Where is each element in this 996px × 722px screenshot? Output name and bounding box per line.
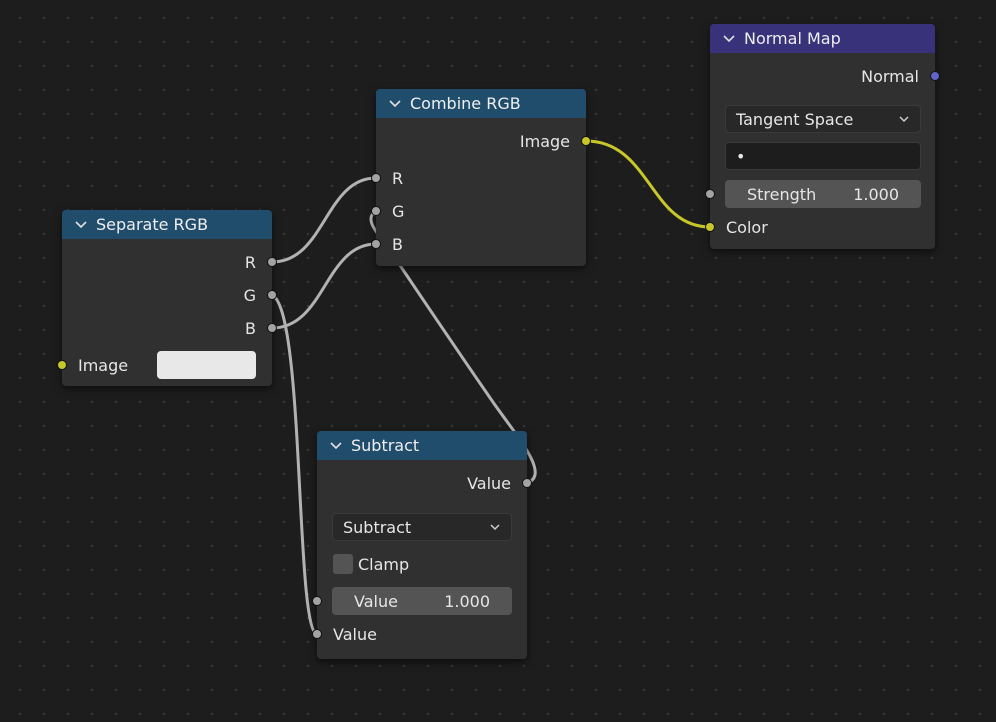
link-g-to-subtract-value[interactable] (271, 293, 318, 636)
node-title: Subtract (351, 436, 420, 455)
chevron-down-icon[interactable] (722, 32, 736, 46)
chevron-down-icon[interactable] (388, 97, 402, 111)
output-g-row: G (62, 283, 272, 307)
image-color-swatch[interactable] (157, 351, 256, 379)
value-field-value: 1.000 (444, 591, 490, 611)
input-label: B (392, 234, 403, 254)
normal-map-node[interactable]: Normal Map Normal Tangent Space • Streng… (705, 24, 940, 249)
input-b-row: B (376, 232, 586, 256)
output-label: G (243, 285, 256, 305)
separate-rgb-header[interactable]: Separate RGB (62, 210, 272, 239)
input-g-row: G (376, 199, 586, 223)
chevron-down-icon[interactable] (329, 439, 343, 453)
socket-output-image[interactable] (581, 136, 591, 146)
value-field[interactable]: Value 1.000 (332, 587, 512, 615)
input-label: Color (726, 217, 768, 237)
output-label: Value (467, 473, 511, 493)
input-label: G (392, 201, 405, 221)
node-title: Combine RGB (410, 94, 521, 113)
socket-input-r[interactable] (371, 173, 381, 183)
socket-output-g[interactable] (267, 290, 277, 300)
socket-input-image[interactable] (57, 360, 67, 370)
input-value-row: Value (317, 622, 527, 646)
socket-input-value-2[interactable] (312, 629, 322, 639)
strength-value: 1.000 (853, 184, 899, 204)
value-field-label: Value (354, 591, 398, 611)
link-b-to-b[interactable] (271, 242, 377, 330)
socket-input-strength[interactable] (705, 189, 715, 199)
socket-input-color[interactable] (705, 222, 715, 232)
socket-output-b[interactable] (267, 323, 277, 333)
normal-map-header[interactable]: Normal Map (710, 24, 935, 53)
socket-output-r[interactable] (267, 257, 277, 267)
socket-output-normal[interactable] (930, 71, 940, 81)
combine-rgb-header[interactable]: Combine RGB (376, 89, 586, 118)
clamp-checkbox[interactable] (333, 554, 353, 574)
combine-rgb-node[interactable]: Combine RGB Image R G B (371, 89, 591, 266)
input-label: Image (78, 355, 129, 375)
node-title: Separate RGB (96, 215, 209, 234)
clamp-label: Clamp (358, 554, 410, 574)
output-r-row: R (62, 250, 272, 274)
output-value-row: Value (317, 471, 527, 495)
link-image-to-color[interactable] (585, 139, 711, 229)
chevron-down-icon (490, 524, 500, 531)
clamp-row[interactable]: Clamp (333, 552, 527, 576)
space-dropdown-value: Tangent Space (736, 109, 854, 129)
link-r-to-r[interactable] (271, 176, 377, 264)
output-normal-row: Normal (710, 64, 935, 88)
output-label: Normal (861, 66, 919, 86)
output-label: R (244, 252, 256, 272)
socket-input-value-1[interactable] (312, 596, 322, 606)
operation-dropdown-value: Subtract (343, 517, 412, 537)
strength-label: Strength (747, 184, 817, 204)
input-label: Value (333, 624, 377, 644)
input-color-row: Color (710, 215, 935, 239)
chevron-down-icon (899, 116, 909, 123)
input-label: R (392, 168, 404, 188)
subtract-header[interactable]: Subtract (317, 431, 527, 460)
chevron-down-icon[interactable] (74, 218, 88, 232)
space-dropdown[interactable]: Tangent Space (725, 105, 921, 133)
output-image-row: Image (376, 129, 586, 153)
strength-field[interactable]: Strength 1.000 (725, 180, 921, 208)
socket-output-value[interactable] (522, 478, 532, 488)
operation-dropdown[interactable]: Subtract (332, 513, 512, 541)
input-r-row: R (376, 166, 586, 190)
node-title: Normal Map (744, 29, 841, 48)
subtract-node[interactable]: Subtract Value Subtract Clamp Value 1.00… (312, 431, 532, 659)
uv-map-value: • (736, 146, 746, 166)
socket-input-g[interactable] (371, 206, 381, 216)
separate-rgb-node[interactable]: Separate RGB R G B Image (57, 210, 277, 386)
uv-map-field[interactable]: • (725, 142, 921, 170)
output-label: Image (519, 131, 570, 151)
output-b-row: B (62, 316, 272, 340)
output-label: B (245, 318, 256, 338)
socket-input-b[interactable] (371, 239, 381, 249)
